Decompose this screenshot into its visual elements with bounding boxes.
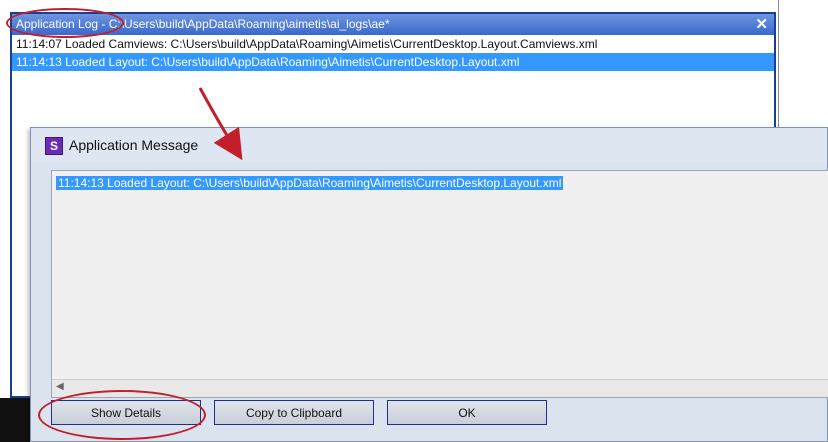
log-row-layout[interactable]: 11:14:13 Loaded Layout: C:\Users\build\A… — [12, 53, 774, 71]
message-text[interactable]: 11:14:13 Loaded Layout: C:\Users\build\A… — [56, 176, 564, 190]
dialog-title: Application Message — [69, 137, 199, 153]
annotation-ellipse-log-title — [6, 8, 124, 38]
message-textbox[interactable]: 11:14:13 Loaded Layout: C:\Users\build\A… — [51, 170, 828, 398]
app-icon: S — [45, 137, 63, 156]
scroll-left-icon[interactable]: ◀ — [56, 381, 64, 392]
log-row-camviews[interactable]: 11:14:07 Loaded Camviews: C:\Users\build… — [12, 35, 774, 53]
background-dark-area — [0, 398, 30, 442]
log-list[interactable]: 11:14:07 Loaded Camviews: C:\Users\build… — [12, 35, 774, 71]
close-icon[interactable]: ✕ — [755, 14, 768, 35]
ok-button[interactable]: OK — [387, 400, 547, 425]
copy-to-clipboard-button[interactable]: Copy to Clipboard — [214, 400, 374, 425]
annotation-ellipse-show-details — [38, 390, 206, 440]
log-title-bar[interactable]: Application Log - C:\Users\build\AppData… — [12, 14, 774, 35]
dialog-title-bar[interactable]: S Application Message — [31, 128, 827, 162]
